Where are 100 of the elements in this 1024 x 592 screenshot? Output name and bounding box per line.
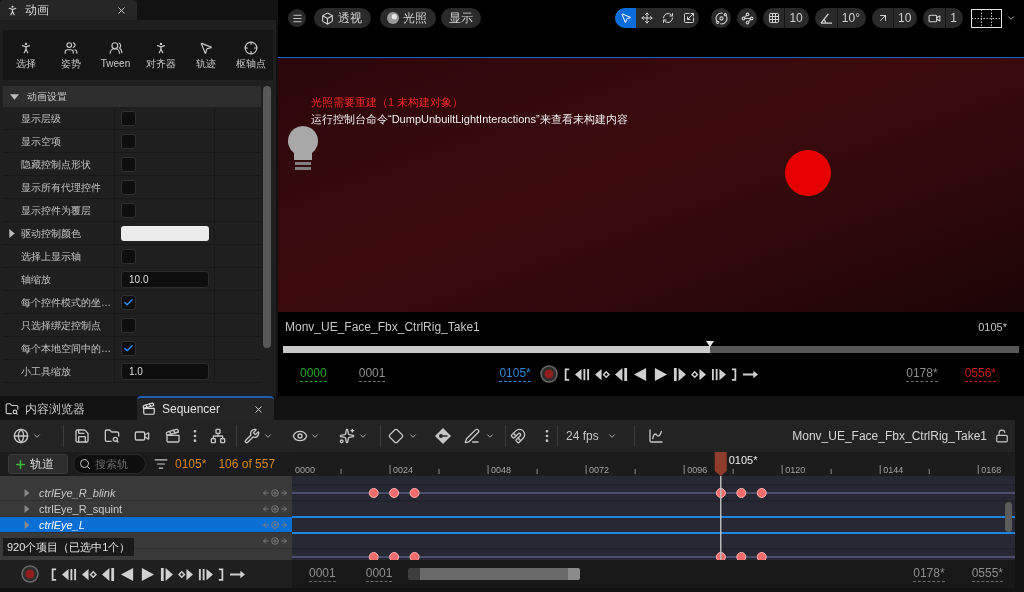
filter-icon[interactable]	[154, 457, 168, 471]
hierarchy-icon[interactable]	[210, 428, 226, 444]
previous-marker-icon[interactable]	[594, 366, 610, 382]
grid-snap-button[interactable]: 10	[763, 8, 809, 28]
skip-to-start-icon[interactable]	[50, 566, 57, 582]
magnet-icon[interactable]	[510, 428, 526, 444]
chevron-down-icon[interactable]	[358, 431, 368, 441]
clapperboard-icon[interactable]	[165, 428, 181, 444]
diamond-key-icon[interactable]	[435, 428, 451, 444]
play-icon[interactable]	[140, 566, 155, 582]
play-icon[interactable]	[652, 366, 668, 382]
chevron-down-icon[interactable]	[263, 431, 273, 441]
playback-progress-track[interactable]	[283, 346, 1019, 353]
step-back-icon[interactable]	[614, 366, 628, 382]
keyframe-marker[interactable]	[368, 552, 379, 560]
keyframe-marker[interactable]	[736, 552, 747, 560]
save-icon[interactable]	[74, 428, 90, 444]
checkbox[interactable]	[121, 317, 136, 333]
playhead-handle[interactable]	[714, 452, 727, 476]
pen-icon[interactable]	[464, 428, 480, 444]
next-key-icon[interactable]	[710, 366, 726, 382]
scrollbar[interactable]	[1005, 502, 1012, 532]
keyframe-marker[interactable]	[715, 552, 726, 560]
folder-search-icon[interactable]	[104, 428, 120, 444]
frame-field[interactable]: 0001	[358, 366, 386, 382]
view-mode-button[interactable]: 透视	[314, 8, 371, 28]
keyframe-marker[interactable]	[736, 488, 747, 498]
frame-field[interactable]: 0178*	[906, 366, 938, 382]
transform-tool-button[interactable]	[615, 8, 637, 28]
viewport-layout-icon[interactable]	[971, 9, 1002, 28]
tool-button[interactable]: 选择	[3, 40, 48, 70]
tool-button[interactable]: 对齐器	[138, 40, 183, 70]
step-forward-icon[interactable]	[160, 566, 173, 582]
next-marker-icon[interactable]	[178, 566, 193, 582]
previous-key-icon[interactable]	[574, 366, 590, 382]
previous-key-icon[interactable]	[62, 566, 77, 582]
sparkles-icon[interactable]	[339, 428, 355, 444]
next-marker-icon[interactable]	[690, 366, 706, 382]
curve-editor-icon[interactable]	[647, 428, 664, 444]
tool-button[interactable]: 轨迹	[183, 40, 228, 70]
keyframe-marker[interactable]	[389, 552, 400, 560]
unlock-icon[interactable]	[995, 429, 1009, 443]
tool-button[interactable]: 姿势	[48, 40, 93, 70]
frame-field[interactable]: 0001	[365, 566, 393, 582]
collapse-arrow-icon[interactable]	[10, 93, 19, 100]
checkbox[interactable]	[121, 110, 136, 126]
frame-field[interactable]: 0105*	[499, 366, 531, 382]
chevron-down-icon[interactable]	[485, 431, 495, 441]
add-track-button[interactable]: 轨道	[8, 454, 68, 474]
panel-tab[interactable]: 内容浏览器	[0, 396, 137, 420]
record-icon[interactable]	[539, 365, 558, 383]
checkbox[interactable]	[121, 294, 136, 310]
color-swatch[interactable]	[121, 225, 209, 241]
play-reverse-icon[interactable]	[120, 566, 135, 582]
scrollbar[interactable]	[408, 568, 581, 580]
chevron-down-icon[interactable]	[32, 431, 42, 441]
close-icon[interactable]	[116, 4, 127, 16]
keyframe-marker[interactable]	[409, 552, 420, 560]
close-icon[interactable]	[253, 403, 264, 415]
rotation-snap-button[interactable]: 10°	[814, 8, 866, 28]
frame-field[interactable]: 0555*	[971, 566, 1003, 582]
tool-button[interactable]: 枢轴点	[228, 40, 273, 70]
frame-field[interactable]: 0000	[300, 366, 327, 382]
number-field[interactable]: 10.0	[121, 270, 209, 288]
lighting-mode-button[interactable]: 光照	[380, 8, 436, 28]
camera-speed-button[interactable]: 1	[923, 8, 963, 28]
chevron-down-icon[interactable]	[606, 431, 617, 441]
play-reverse-icon[interactable]	[632, 366, 648, 382]
frame-rate-dropdown[interactable]: 24 fps	[566, 427, 617, 445]
skip-to-end-icon[interactable]	[730, 366, 738, 382]
scrollbar[interactable]	[263, 86, 271, 348]
show-button[interactable]: 显示	[441, 8, 481, 28]
checkbox[interactable]	[121, 248, 136, 264]
checkbox[interactable]	[121, 340, 136, 356]
step-forward-icon[interactable]	[672, 366, 686, 382]
toolbar-button[interactable]	[711, 8, 732, 28]
chevron-down-icon[interactable]	[408, 431, 418, 441]
keyframe-marker[interactable]	[409, 488, 420, 498]
next-key-icon[interactable]	[198, 566, 213, 582]
globe-icon[interactable]	[13, 428, 29, 444]
number-field[interactable]: 1.0	[121, 362, 209, 380]
tool-button[interactable]: Tween	[93, 40, 138, 70]
checkbox[interactable]	[121, 156, 136, 172]
video-camera-icon[interactable]	[134, 428, 150, 444]
chevron-down-icon[interactable]	[310, 431, 320, 441]
chevron-down-icon[interactable]	[1006, 13, 1016, 23]
keyframe-marker[interactable]	[756, 488, 767, 498]
frame-field[interactable]: 0556*	[964, 366, 996, 382]
expand-arrow-icon[interactable]	[9, 228, 15, 238]
keyframe-marker[interactable]	[715, 488, 726, 498]
skip-to-start-icon[interactable]	[562, 366, 570, 382]
checkbox[interactable]	[121, 202, 136, 218]
record-icon[interactable]	[21, 565, 39, 583]
keyframe-marker[interactable]	[368, 488, 379, 498]
panel-tab[interactable]: 动画	[0, 0, 137, 20]
eye-icon[interactable]	[292, 428, 308, 444]
keyframe-marker[interactable]	[756, 552, 767, 560]
keyframe-marker[interactable]	[389, 488, 400, 498]
toolbar-button[interactable]	[737, 8, 758, 28]
search-field[interactable]: 搜索轨	[73, 454, 146, 474]
